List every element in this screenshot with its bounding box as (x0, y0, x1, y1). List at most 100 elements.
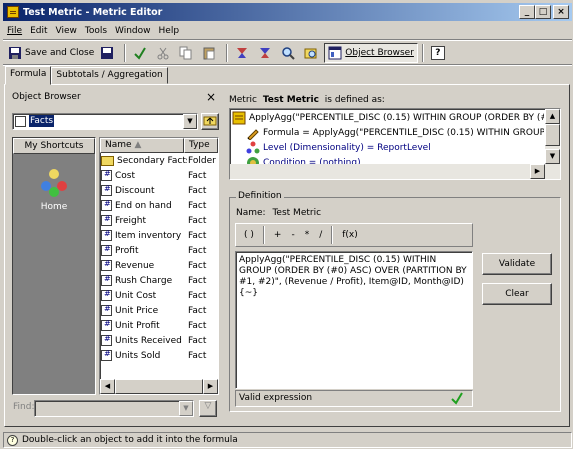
list-item[interactable]: Secondary Facts Folder (100, 153, 218, 168)
tree-formula[interactable]: Formula = ApplyAgg("PERCENTILE_DISC (0.1… (246, 125, 544, 140)
menu-divider (3, 39, 572, 41)
condition-icon (258, 46, 272, 60)
column-header-type[interactable]: Type (184, 138, 218, 153)
search-button[interactable] (301, 43, 324, 63)
menu-help[interactable]: Help (155, 26, 184, 36)
chevron-down-icon[interactable]: ▼ (183, 114, 197, 129)
list-item[interactable]: Revenue Fact (100, 258, 218, 273)
divide-button[interactable]: / (314, 230, 327, 240)
folder-dropdown-value: Facts (29, 115, 55, 127)
list-item[interactable]: Unit Price Fact (100, 303, 218, 318)
shortcuts-pane: My Shortcuts Home (12, 137, 96, 395)
tree-level-label: Level (Dimensionality) = ReportLevel (263, 142, 431, 153)
save-button[interactable] (97, 43, 120, 63)
find-input[interactable]: ▼ (34, 400, 194, 417)
validate-button[interactable]: Validate (482, 253, 552, 275)
scroll-down-button[interactable]: ▼ (545, 149, 560, 164)
fact-icon (101, 349, 112, 361)
scroll-thumb[interactable] (115, 379, 203, 394)
list-horizontal-scrollbar[interactable]: ◀ ▶ (100, 379, 218, 394)
menu-file[interactable]: File (3, 26, 26, 36)
menu-edit[interactable]: Edit (26, 26, 51, 36)
check-syntax-button[interactable] (130, 43, 153, 63)
object-list-rows: Secondary FactsFolder Cost Fact Discount Fac… (100, 153, 218, 381)
clear-button[interactable]: Clear (482, 283, 552, 305)
object-browser-icon (328, 46, 342, 60)
scroll-right-button[interactable]: ▶ (203, 379, 218, 394)
list-item[interactable]: Rush Charge Fact (100, 273, 218, 288)
list-item[interactable]: Discount Fact (100, 183, 218, 198)
object-browser-button[interactable]: Object Browser (324, 43, 418, 63)
menu-window[interactable]: Window (111, 26, 155, 36)
list-item[interactable]: Cost Fact (100, 168, 218, 183)
tree-horizontal-scrollbar[interactable]: ▶ (230, 164, 560, 179)
title-bar[interactable]: Test Metric - Metric Editor _ □ × (3, 3, 572, 21)
save-and-close-button[interactable]: Save and Close (5, 43, 97, 63)
tree-level[interactable]: Level (Dimensionality) = ReportLevel (246, 140, 431, 155)
home-shortcut-icon[interactable] (38, 166, 70, 198)
scroll-up-button[interactable]: ▲ (545, 109, 560, 124)
list-item[interactable]: Units Received Fact (100, 333, 218, 348)
filter-button[interactable] (232, 43, 255, 63)
list-item-type: Fact (188, 305, 207, 316)
scroll-left-button[interactable]: ◀ (100, 379, 115, 394)
folder-dropdown[interactable]: Facts ▼ (12, 113, 198, 130)
list-item-name: Unit Cost (115, 290, 157, 301)
function-button[interactable]: f(x) (337, 230, 363, 240)
list-item-name: Unit Profit (115, 320, 160, 331)
name-value: Test Metric (272, 208, 322, 218)
tab-formula[interactable]: Formula (5, 66, 52, 85)
multiply-button[interactable]: * (300, 230, 315, 240)
minus-button[interactable]: - (286, 230, 299, 240)
condition-button[interactable] (255, 43, 278, 63)
close-button[interactable]: × (553, 5, 569, 19)
object-browser-close-icon[interactable]: × (206, 90, 216, 104)
fact-icon (101, 214, 112, 226)
home-shortcut-label[interactable]: Home (13, 202, 95, 212)
tree-vertical-scrollbar[interactable]: ▲ ▼ (545, 109, 560, 164)
metric-header: Metric Test Metric is defined as: (229, 95, 385, 105)
pane-splitter[interactable] (223, 90, 226, 424)
parent-folder-button[interactable] (201, 113, 219, 130)
help-button[interactable]: ? (428, 43, 451, 63)
list-item[interactable]: Profit Fact (100, 243, 218, 258)
chevron-down-icon[interactable]: ▼ (179, 401, 193, 416)
fact-folder-icon (15, 116, 26, 127)
copy-button[interactable] (176, 43, 199, 63)
fact-icon (101, 259, 112, 271)
fact-icon (101, 244, 112, 256)
list-item[interactable]: Item inventory Fact (100, 228, 218, 243)
list-item[interactable]: Freight Fact (100, 213, 218, 228)
menu-bar: File Edit View Tools Window Help (3, 22, 183, 39)
list-item-type: Fact (188, 335, 207, 346)
scroll-right-button[interactable]: ▶ (530, 164, 545, 179)
menu-view[interactable]: View (52, 26, 81, 36)
scroll-thumb[interactable] (545, 124, 560, 146)
fact-icon (101, 169, 112, 181)
plus-button[interactable]: + (269, 230, 287, 240)
find-button[interactable] (278, 43, 301, 63)
column-header-name[interactable]: Name ▲ (100, 138, 184, 153)
fact-icon (101, 319, 112, 331)
maximize-button[interactable]: □ (535, 5, 551, 19)
formula-text[interactable]: ApplyAgg("PERCENTILE_DISC (0.15) WITHIN … (239, 255, 467, 298)
metric-icon (232, 111, 246, 125)
filter-find-button[interactable]: ▽ (199, 400, 217, 417)
tab-subtotals-aggregation[interactable]: Subtotals / Aggregation (51, 67, 168, 84)
list-item[interactable]: Units Sold Fact (100, 348, 218, 363)
minimize-button[interactable]: _ (519, 5, 535, 19)
my-shortcuts-header[interactable]: My Shortcuts (13, 138, 95, 154)
formula-editor[interactable]: ApplyAgg("PERCENTILE_DISC (0.15) WITHIN … (235, 251, 473, 389)
list-item[interactable]: End on hand Fact (100, 198, 218, 213)
list-item-name: Freight (115, 215, 147, 226)
list-item-type: Fact (188, 200, 207, 211)
parentheses-button[interactable]: ( ) (239, 230, 259, 240)
cut-button[interactable] (153, 43, 176, 63)
paste-button[interactable] (199, 43, 222, 63)
toolbar-separator (226, 44, 229, 62)
list-item-name: Discount (115, 185, 155, 196)
list-item[interactable]: Unit Cost Fact (100, 288, 218, 303)
menu-tools[interactable]: Tools (81, 26, 111, 36)
list-item[interactable]: Unit Profit Fact (100, 318, 218, 333)
tree-root[interactable]: ApplyAgg("PERCENTILE_DISC (0.15) WITHIN … (232, 110, 544, 125)
